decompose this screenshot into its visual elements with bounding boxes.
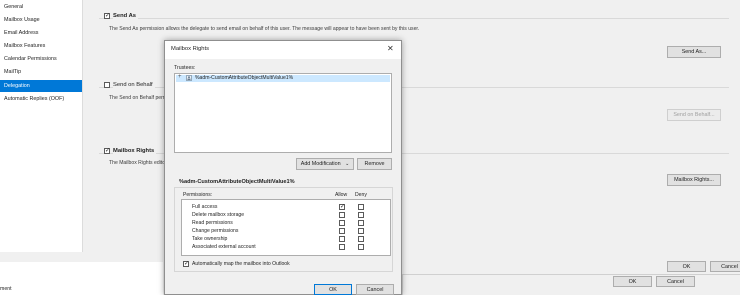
permission-deny-checkbox[interactable] (358, 244, 364, 250)
mailbox-rights-button[interactable]: Mailbox Rights... (667, 174, 721, 186)
background-window-text: ment (0, 286, 12, 292)
mailbox-rights-checkbox[interactable] (104, 147, 110, 154)
add-modification-label: Add Modification (300, 161, 341, 167)
background-window (0, 262, 163, 295)
permission-row: Change permissions (182, 228, 390, 236)
plus-icon[interactable]: + (178, 74, 182, 80)
sidebar-item-mailbox-features[interactable]: Mailbox Features (0, 40, 82, 52)
send-as-button[interactable]: Send As... (667, 46, 721, 58)
sidebar-item-mailbox-usage[interactable]: Mailbox Usage (0, 14, 82, 26)
trustees-list[interactable]: + %adm-CustomAttributeObjectMultiValue1% (174, 73, 392, 153)
sidebar-item-calendar-permissions[interactable]: Calendar Permissions (0, 53, 82, 65)
automap-label: Automatically map the mailbox into Outlo… (192, 261, 290, 267)
mailbox-rights-description: The Mailbox Rights editor (109, 160, 167, 166)
permission-row: Delete mailbox storage (182, 212, 390, 220)
permission-allow-checkbox[interactable] (339, 220, 345, 226)
send-on-behalf-button[interactable]: Send on Behalf... (667, 109, 721, 121)
user-group-icon (186, 75, 192, 81)
mailbox-rights-title: Mailbox Rights (113, 148, 157, 154)
send-on-behalf-title: Send on Behalf (113, 82, 155, 88)
permissions-list: Full access Delete mailbox storage Read … (181, 199, 391, 256)
permissions-header: Permissions: (183, 192, 213, 198)
background-ok-button[interactable]: OK (613, 276, 652, 287)
permission-deny-checkbox[interactable] (358, 212, 364, 218)
trustees-label: Trustees: (174, 65, 196, 71)
background-cancel-button[interactable]: Cancel (656, 276, 695, 287)
sidebar-item-delegation[interactable]: Delegation (0, 80, 82, 92)
permission-row: Read permissions (182, 220, 390, 228)
automap-checkbox[interactable] (183, 260, 189, 267)
permission-deny-checkbox[interactable] (358, 204, 364, 210)
permission-deny-checkbox[interactable] (358, 220, 364, 226)
send-as-title: Send As (113, 13, 138, 19)
add-modification-button[interactable]: Add Modification ⌄ (296, 158, 354, 170)
sidebar-item-mailtip[interactable]: MailTip (0, 66, 82, 78)
chevron-down-icon: ⌄ (345, 161, 350, 167)
dialog-ok-button[interactable]: OK (314, 284, 352, 295)
sidebar-item-email-address[interactable]: Email Address (0, 27, 82, 39)
ok-button[interactable]: OK (667, 261, 706, 272)
permission-row: Full access (182, 203, 390, 212)
dialog-titlebar: Mailbox Rights ✕ (165, 41, 401, 59)
permission-label: Full access (192, 204, 218, 210)
allow-header: Allow (335, 192, 348, 198)
cancel-button[interactable]: Cancel (710, 261, 740, 272)
permission-label: Take ownership (192, 236, 228, 242)
permission-row: Associated external account (182, 244, 390, 252)
trustee-name: %adm-CustomAttributeObjectMultiValue1% (195, 75, 294, 81)
remove-button[interactable]: Remove (357, 158, 392, 170)
permission-allow-checkbox[interactable] (339, 228, 345, 234)
trustee-row[interactable]: + %adm-CustomAttributeObjectMultiValue1% (176, 74, 390, 82)
permission-allow-checkbox[interactable] (339, 236, 345, 242)
send-as-checkbox[interactable] (104, 12, 110, 19)
permission-allow-checkbox[interactable] (339, 203, 345, 210)
permission-label: Associated external account (192, 244, 256, 250)
permission-label: Read permissions (192, 220, 233, 226)
sidebar: General Mailbox Usage Email Address Mail… (0, 0, 83, 252)
permission-deny-checkbox[interactable] (358, 228, 364, 234)
permission-label: Change permissions (192, 228, 239, 234)
send-on-behalf-checkbox[interactable] (104, 82, 110, 88)
mailbox-rights-dialog: Mailbox Rights ✕ Trustees: + %adm-Custom… (164, 40, 402, 295)
dialog-cancel-button[interactable]: Cancel (356, 284, 394, 295)
permission-deny-checkbox[interactable] (358, 236, 364, 242)
deny-header: Deny (355, 192, 367, 198)
permission-allow-checkbox[interactable] (339, 212, 345, 218)
sidebar-item-general[interactable]: General (0, 1, 82, 13)
close-icon[interactable]: ✕ (387, 44, 394, 53)
permission-row: Take ownership (182, 236, 390, 244)
dialog-title: Mailbox Rights (171, 46, 210, 52)
permission-label: Delete mailbox storage (192, 212, 245, 218)
selected-trustee-name: %adm-CustomAttributeObjectMultiValue1% (179, 179, 295, 185)
send-as-description: The Send As permission allows the delega… (109, 26, 420, 32)
permission-allow-checkbox[interactable] (339, 244, 345, 250)
sidebar-item-automatic-replies[interactable]: Automatic Replies (OOF) (0, 93, 82, 105)
